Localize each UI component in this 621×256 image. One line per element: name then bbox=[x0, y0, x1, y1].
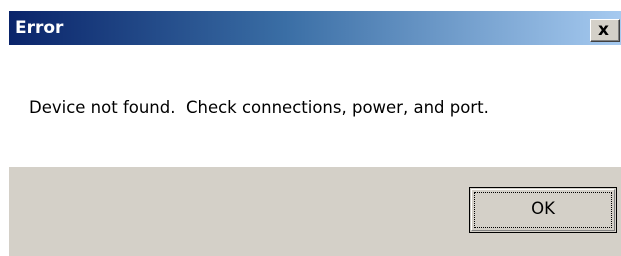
title-bar[interactable]: Error x bbox=[9, 11, 621, 45]
ok-button-label: OK bbox=[531, 199, 555, 218]
message-area: Device not found. Check connections, pow… bbox=[9, 45, 621, 167]
ok-button[interactable]: OK bbox=[469, 187, 617, 233]
error-dialog: Error x Device not found. Check connecti… bbox=[8, 10, 621, 256]
close-icon: x bbox=[598, 20, 609, 40]
error-message: Device not found. Check connections, pow… bbox=[29, 98, 489, 117]
close-button[interactable]: x bbox=[590, 19, 620, 42]
dialog-title: Error bbox=[15, 18, 64, 38]
button-area: OK bbox=[9, 167, 621, 256]
